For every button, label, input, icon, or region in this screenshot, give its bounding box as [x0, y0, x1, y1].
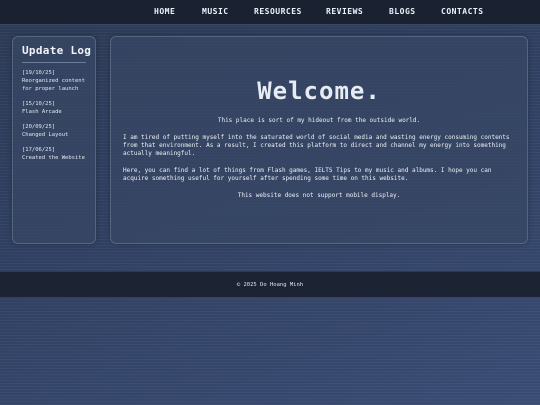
update-log-panel: Update Log [19/10/25] Reorganized conten…	[12, 36, 96, 244]
nav-item-home[interactable]: HOME	[154, 7, 175, 16]
log-entry: [20/09/25] Changed Layout	[22, 123, 86, 139]
nav-item-resources[interactable]: RESOURCES	[254, 7, 302, 16]
log-entry-date: [20/09/25]	[22, 124, 56, 130]
copyright-text: © 2025 Do Hoang Minh	[236, 282, 304, 288]
log-entry-text: Reorganized content for proper launch	[22, 78, 85, 92]
log-entry-date: [15/10/25]	[22, 101, 56, 107]
welcome-heading: Welcome.	[257, 77, 381, 105]
log-entry-text: Created the Website	[22, 155, 85, 161]
log-entry-date: [17/06/25]	[22, 147, 56, 153]
content-paragraph: Here, you can find a lot of things from …	[123, 167, 492, 182]
nav-item-reviews[interactable]: REVIEWS	[326, 7, 363, 16]
mobile-notice: This website does not support mobile dis…	[237, 192, 401, 199]
log-entry: [17/06/25] Created the Website	[22, 146, 86, 162]
log-entry-text: Flash Arcade	[22, 109, 62, 115]
log-entry: [15/10/25] Flash Arcade	[22, 100, 86, 116]
log-entry: [19/10/25] Reorganized content for prope…	[22, 69, 86, 93]
nav-item-contacts[interactable]: CONTACTS	[441, 7, 484, 16]
intro-paragraph: This place is sort of my hideout from th…	[217, 117, 421, 124]
top-navbar: HOME MUSIC RESOURCES REVIEWS BLOGS CONTA…	[0, 0, 540, 25]
motivation-paragraph: I am tired of putting myself into the sa…	[123, 134, 510, 157]
nav-menu: HOME MUSIC RESOURCES REVIEWS BLOGS CONTA…	[0, 0, 540, 24]
nav-item-music[interactable]: MUSIC	[202, 7, 229, 16]
update-log-title: Update Log	[22, 44, 92, 57]
update-log-divider	[22, 62, 86, 63]
welcome-panel: Welcome. This place is sort of my hideou…	[110, 36, 528, 244]
log-entry-date: [19/10/25]	[22, 70, 56, 76]
log-entry-text: Changed Layout	[22, 132, 69, 138]
site-footer: © 2025 Do Hoang Minh	[0, 271, 540, 297]
nav-item-blogs[interactable]: BLOGS	[389, 7, 416, 16]
